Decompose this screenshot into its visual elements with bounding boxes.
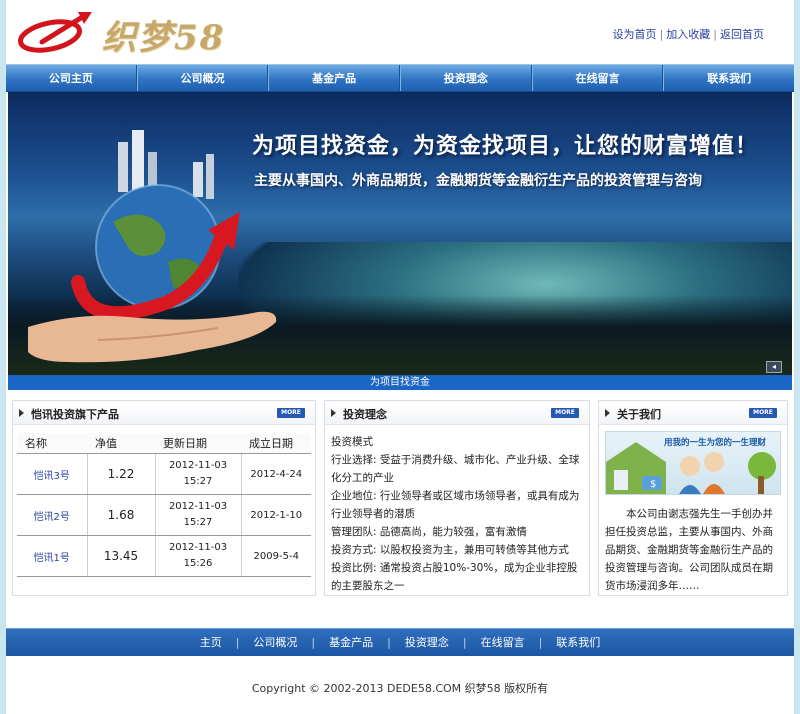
about-image: $ 用我的一生为您的一生理财	[605, 431, 781, 495]
about-image-slogan: 用我的一生为您的一生理财	[664, 438, 767, 448]
philosophy-line: 管理团队: 品德高尚，能力较强，富有激情	[331, 526, 527, 538]
fund-name-link[interactable]: 恺讯3号	[17, 453, 88, 495]
philosophy-panel-header: 投资理念 MORE	[325, 401, 589, 425]
nav-item-funds[interactable]: 基金产品	[268, 65, 401, 91]
banner[interactable]: 为项目找资金，为资金找项目，让您的财富增值！ 主要从事国内、外商品期货，金融期货…	[8, 92, 792, 375]
table-row: 恺讯3号 1.22 2012-11-03 15:27 2012-4-24	[17, 453, 311, 495]
page: 织梦58 设为首页 | 加入收藏 | 返回首页 公司主页 公司概况 基金产品 投资理念 …	[6, 0, 794, 714]
about-panel-header: 关于我们 MORE	[599, 401, 787, 425]
fund-nav: 1.22	[87, 453, 156, 495]
philosophy-line: 投资方式: 以股权投资为主，兼用可转债等其他方式	[331, 544, 569, 556]
copyright: Copyright © 2002-2013 DEDE58.COM 织梦58 版权…	[251, 682, 549, 695]
table-row: 恺讯2号 1.68 2012-11-03 15:27 2012-1-10	[17, 494, 311, 536]
funds-more-button[interactable]: MORE	[277, 408, 305, 418]
about-more-button[interactable]: MORE	[749, 408, 777, 418]
footer-link-funds[interactable]: 基金产品	[329, 636, 373, 649]
funds-panel-header: 恺讯投资旗下产品 MORE	[13, 401, 315, 425]
fund-nav: 1.68	[87, 494, 156, 536]
slideshow-control-button[interactable]: ◂	[766, 361, 782, 373]
philosophy-line: 投资比例: 通常投资占股10%-30%，成为企业非控股的主要股东之一	[331, 562, 578, 592]
fund-update-date: 2012-11-03 15:26	[155, 535, 242, 577]
footer-link-home[interactable]: 主页	[200, 636, 222, 649]
logo-swoosh-icon	[18, 12, 92, 53]
svg-text:$: $	[650, 479, 656, 490]
top-links: 设为首页 | 加入收藏 | 返回首页	[612, 28, 764, 41]
nav-item-overview[interactable]: 公司概况	[136, 65, 269, 91]
fund-established-date: 2012-1-10	[241, 494, 311, 536]
footer-link-philosophy[interactable]: 投资理念	[405, 636, 449, 649]
fund-update-date: 2012-11-03 15:27	[155, 494, 242, 536]
funds-panel: 恺讯投资旗下产品 MORE 名称 净值 更新日期 成立日期 恺讯3号 1.22 …	[12, 400, 316, 596]
table-row: 恺讯1号 13.45 2012-11-03 15:26 2009-5-4	[17, 535, 311, 577]
funds-panel-title: 恺讯投资旗下产品	[31, 408, 119, 421]
fund-established-date: 2009-5-4	[241, 535, 311, 577]
fund-update-date: 2012-11-03 15:27	[155, 453, 242, 495]
set-homepage-link[interactable]: 设为首页	[613, 28, 657, 41]
philosophy-panel: 投资理念 MORE 投资模式 行业选择: 受益于消费升级、城市化、产业升级、全球…	[324, 400, 590, 596]
fund-name-link[interactable]: 恺讯2号	[17, 494, 88, 536]
footer-link-overview[interactable]: 公司概况	[253, 636, 297, 649]
footer-nav: 主页 | 公司概况 | 基金产品 | 投资理念 | 在线留言 | 联系我们	[6, 628, 794, 656]
arrow-icon	[331, 409, 336, 417]
funds-table: 名称 净值 更新日期 成立日期 恺讯3号 1.22 2012-11-03 15:2…	[17, 433, 311, 577]
main-nav: 公司主页 公司概况 基金产品 投资理念 在线留言 联系我们	[6, 64, 794, 92]
arrow-icon	[605, 409, 610, 417]
fund-name-link[interactable]: 恺讯1号	[17, 535, 88, 577]
fund-established-date: 2012-4-24	[241, 453, 311, 495]
column-header-update: 更新日期	[155, 433, 241, 454]
philosophy-line: 行业选择: 受益于消费升级、城市化、产业升级、全球化分工的产业	[331, 454, 580, 484]
philosophy-line: 企业地位: 行业领导者或区域市场领导者，或具有成为行业领导者的潜质	[331, 490, 580, 520]
column-header-established: 成立日期	[241, 433, 311, 454]
about-text: 本公司由谢志强先生一手创办并担任投资总监，主要从事国内、外商品期货、金融期货等金…	[605, 508, 773, 592]
philosophy-line: 投资模式	[331, 436, 373, 448]
philosophy-more-button[interactable]: MORE	[551, 408, 579, 418]
about-panel-title: 关于我们	[617, 408, 661, 421]
arrow-icon	[19, 409, 24, 417]
header: 织梦58 设为首页 | 加入收藏 | 返回首页	[6, 0, 794, 62]
logo-text: 织梦58	[102, 18, 226, 58]
nav-item-message[interactable]: 在线留言	[531, 65, 664, 91]
about-panel: 关于我们 MORE $ 用我的一生为您的一生理财 本公司由谢志强先生一手创办并担…	[598, 400, 788, 596]
banner-caption: 为项目找资金	[8, 375, 792, 390]
column-header-name: 名称	[17, 433, 87, 454]
footer-link-contact[interactable]: 联系我们	[556, 636, 600, 649]
logo[interactable]: 织梦58	[12, 8, 242, 58]
fund-nav: 13.45	[87, 535, 156, 577]
table-header-row: 名称 净值 更新日期 成立日期	[17, 433, 311, 454]
add-favorite-link[interactable]: 加入收藏	[666, 28, 710, 41]
nav-item-philosophy[interactable]: 投资理念	[400, 65, 532, 91]
return-home-link[interactable]: 返回首页	[720, 28, 764, 41]
banner-subtitle: 主要从事国内、外商品期货，金融期货等金融衍生产品的投资管理与咨询	[254, 173, 702, 189]
nav-item-home[interactable]: 公司主页	[6, 65, 137, 91]
philosophy-panel-title: 投资理念	[343, 408, 387, 421]
globe-hand-illustration	[28, 130, 277, 363]
philosophy-content: 投资模式 行业选择: 受益于消费升级、城市化、产业升级、全球化分工的产业 企业地…	[331, 433, 583, 595]
column-header-nav: 净值	[87, 433, 155, 454]
nav-item-contact[interactable]: 联系我们	[663, 65, 794, 91]
banner-title: 为项目找资金，为资金找项目，让您的财富增值！	[252, 134, 759, 159]
footer-link-message[interactable]: 在线留言	[481, 636, 525, 649]
